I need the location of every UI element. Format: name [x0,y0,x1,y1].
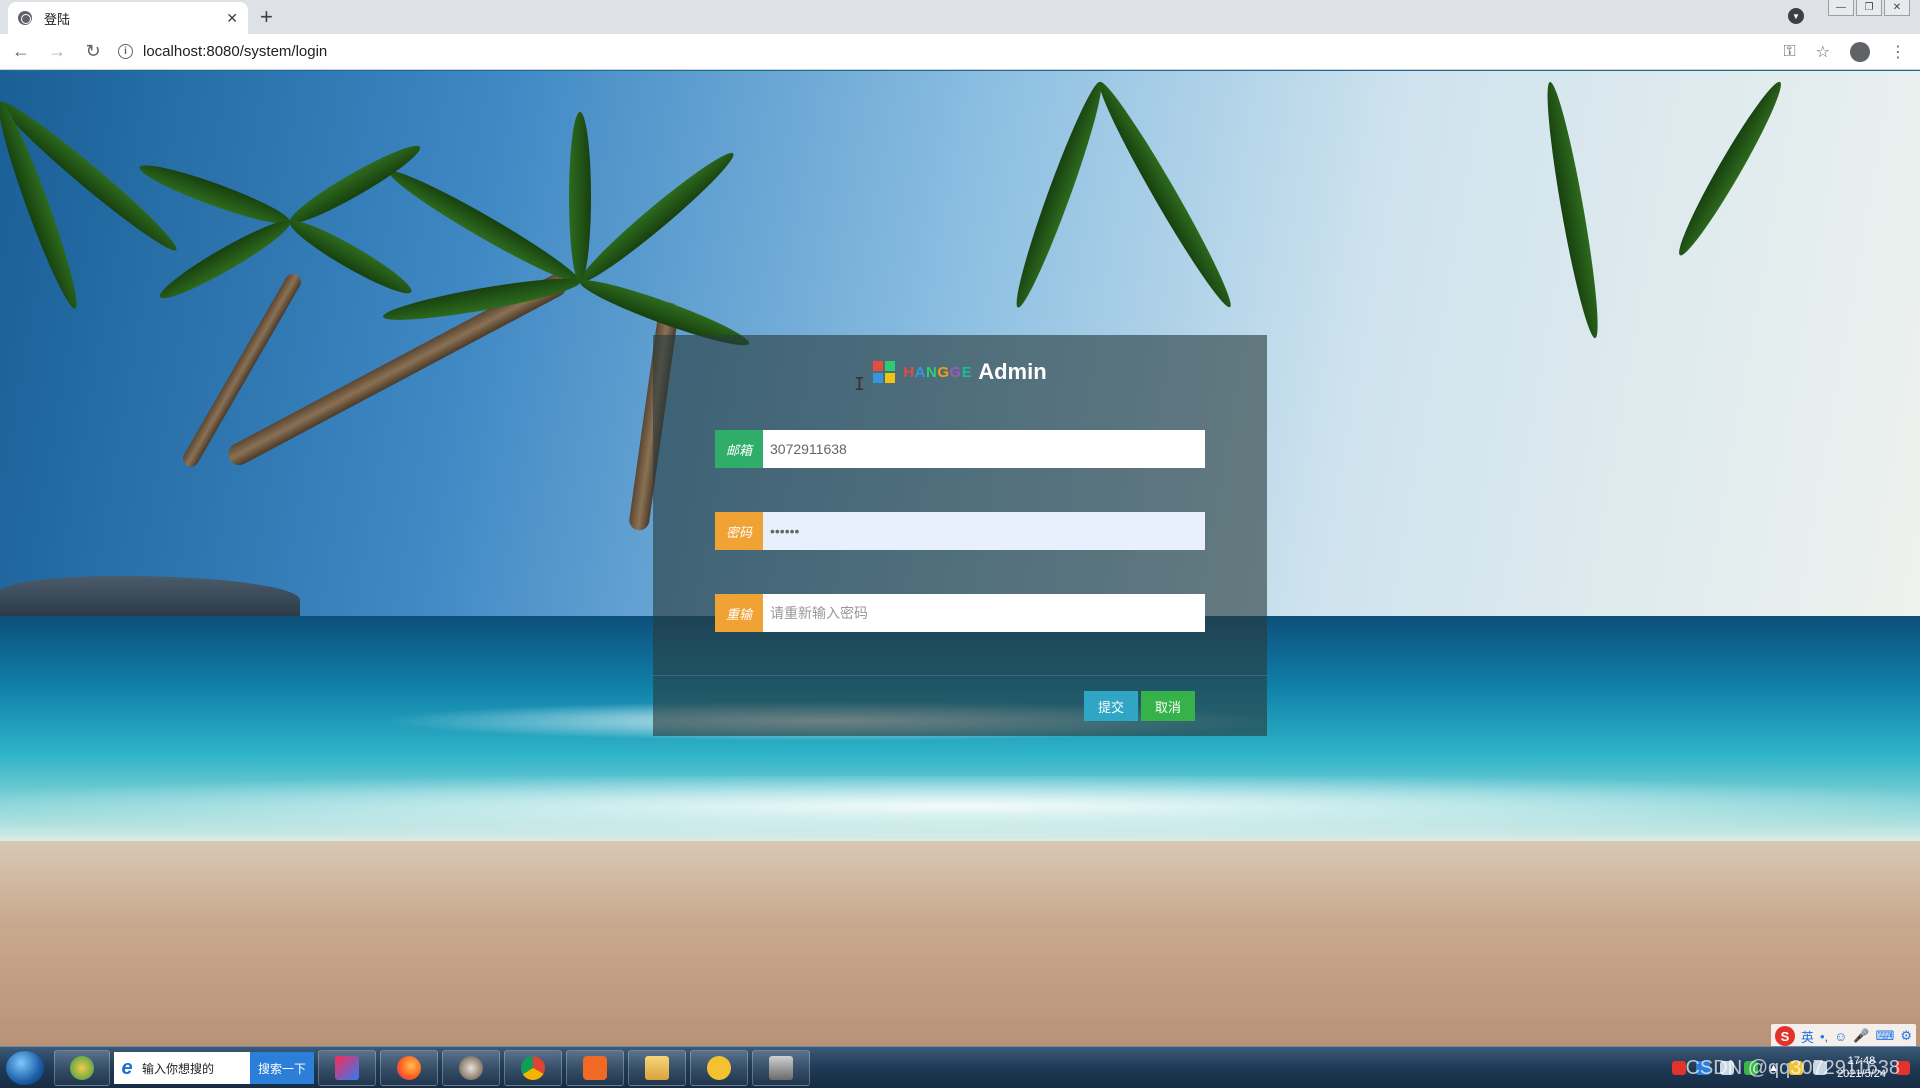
ie-icon[interactable]: e [114,1052,140,1084]
profile-avatar[interactable] [1850,41,1870,62]
folder-app-icon[interactable] [690,1050,748,1086]
email-label: 邮箱 [715,430,763,468]
wave-foam [0,776,1920,836]
file-explorer-icon[interactable] [628,1050,686,1086]
brand-subtitle: HANGGE [903,363,973,381]
toolbar-actions: ⚿ ☆ ⋮ [1783,41,1906,62]
site-info-icon[interactable]: i [118,44,133,59]
windows-taskbar: e 输入你想搜的 搜索一下 ▲ 17:48 2021/5/24 [0,1046,1920,1088]
email-input[interactable] [763,430,1205,468]
sogou-tray-icon[interactable] [1672,1061,1687,1075]
app-icon[interactable] [442,1050,500,1086]
email-field-group: 邮箱 [715,430,1205,468]
ime-keyboard-icon[interactable]: ⌨ [1876,1028,1895,1044]
ime-toolbar: S 英 •, ☺ 🎤 ⌨ ⚙ [1770,1024,1916,1048]
taskbar-search-button[interactable]: 搜索一下 [250,1052,314,1084]
taskbar-search-input[interactable]: 输入你想搜的 [140,1052,250,1084]
back-button[interactable]: ← [6,37,36,67]
brand-title: Admin [978,359,1047,384]
text-cursor-icon: I [854,374,865,395]
360-browser-icon[interactable] [54,1050,110,1086]
browser-toolbar: ← → ↻ i localhost:8080/system/login ⚿ ☆ … [0,34,1920,70]
cancel-button[interactable]: 取消 [1141,691,1195,721]
ime-voice-icon[interactable]: 🎤 [1853,1028,1869,1044]
reload-button[interactable]: ↻ [78,37,108,67]
url-text[interactable]: localhost:8080/system/login [143,43,327,60]
forward-button[interactable]: → [42,37,72,67]
sand-background [0,841,1920,1046]
browser-tab[interactable]: 登陆 ✕ [8,2,248,34]
submit-button[interactable]: 提交 [1084,691,1138,721]
password-label: 密码 [715,512,763,550]
close-tab-icon[interactable]: ✕ [226,10,238,27]
bookmark-star-icon[interactable]: ☆ [1816,42,1830,62]
restore-button[interactable]: ❐ [1856,0,1882,16]
ime-punct-icon[interactable]: •, [1820,1029,1828,1044]
watermark-text: CSDN @qq3072911638 [1685,1057,1900,1079]
browser-menu-icon[interactable]: ⋮ [1890,42,1906,62]
start-button[interactable] [6,1051,44,1085]
console-app-icon[interactable] [752,1050,810,1086]
minimize-button[interactable]: — [1828,0,1854,16]
login-panel: HANGGE Admin 邮箱 密码 重输 提交 取消 [653,335,1267,736]
firefox-icon[interactable] [380,1050,438,1086]
new-tab-button[interactable]: + [260,4,273,30]
key-icon[interactable]: ⚿ [1783,43,1795,61]
brand-header: HANGGE Admin [653,359,1267,385]
password-field-group: 密码 [715,512,1205,550]
repeat-password-field-group: 重输 [715,594,1205,632]
ime-tools-icon[interactable]: ⚙ [1900,1028,1912,1044]
taskbar-search: e 输入你想搜的 搜索一下 [114,1052,314,1084]
tab-title: 登陆 [44,11,71,27]
window-controls: — ❐ ✕ [1828,0,1910,16]
repeat-password-label: 重输 [715,594,763,632]
password-input[interactable] [763,512,1205,550]
panel-divider [653,675,1267,676]
login-page: HANGGE Admin 邮箱 密码 重输 提交 取消 [0,71,1920,1046]
ime-emoji-icon[interactable]: ☺ [1834,1029,1847,1044]
tab-search-icon[interactable]: ▼ [1788,8,1804,24]
browser-tabbar: 登陆 ✕ + ▼ — ❐ ✕ [0,0,1920,34]
chrome-icon[interactable] [504,1050,562,1086]
globe-icon [18,11,32,25]
close-window-button[interactable]: ✕ [1884,0,1910,16]
sogou-ime-icon[interactable]: S [1774,1026,1795,1046]
address-bar[interactable]: i localhost:8080/system/login [118,38,1783,66]
windows-logo-icon [873,361,896,383]
ime-language[interactable]: 英 [1801,1027,1814,1046]
intellij-icon[interactable] [318,1050,376,1086]
repeat-password-input[interactable] [763,594,1205,632]
tool-app-icon[interactable] [566,1050,624,1086]
